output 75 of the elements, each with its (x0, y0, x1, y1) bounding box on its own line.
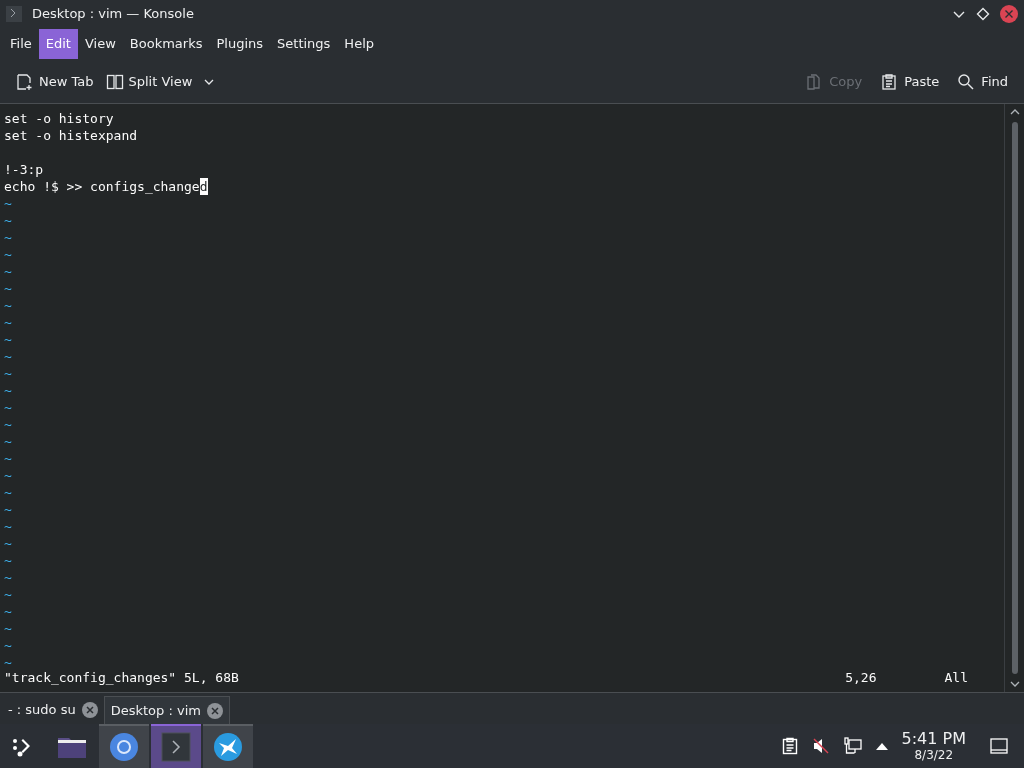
toolbar-button[interactable]: New Tab (10, 65, 100, 98)
tilde-marker: ~ (4, 620, 12, 637)
taskbar-app[interactable] (203, 724, 253, 768)
tilde-marker: ~ (4, 331, 12, 348)
clipboard-icon[interactable] (781, 737, 798, 755)
tilde-marker: ~ (4, 535, 12, 552)
tilde-marker: ~ (4, 501, 12, 518)
folder-icon (57, 735, 87, 759)
tilde-marker: ~ (4, 484, 12, 501)
clock-date: 8/3/22 (914, 749, 954, 761)
tilde-marker: ~ (4, 654, 12, 671)
tilde-marker: ~ (4, 365, 12, 382)
browser-icon (109, 732, 139, 762)
vim-status-message: "track_config_changes" 5L, 68B (4, 669, 239, 686)
window-title: Desktop : vim — Konsole (32, 5, 194, 24)
show-desktop-icon[interactable] (990, 738, 1008, 754)
terminal-line: echo !$ >> configs_change (4, 178, 200, 195)
cursor-position: 5,26 (845, 669, 877, 686)
clock[interactable]: 5:41 PM 8/3/22 (901, 731, 966, 761)
menu-item[interactable]: Settings (270, 29, 338, 59)
tilde-marker: ~ (4, 416, 12, 433)
taskbar-app[interactable] (99, 724, 149, 768)
close-icon[interactable] (206, 702, 223, 719)
network-icon[interactable] (843, 737, 862, 755)
terminal-tab[interactable]: - : sudo su (2, 696, 104, 724)
bird-icon (213, 732, 243, 762)
tilde-marker: ~ (4, 195, 12, 212)
terminal-line: !-3:p (4, 161, 44, 178)
tilde-marker: ~ (4, 586, 12, 603)
toolbar-button[interactable]: Find (951, 65, 1014, 98)
terminal-area[interactable]: set -o history set -o histexpand !-3:p echo !$ >> configs_changed ~ ~ ~ ~ ~ ~ ~ ~ ~ ~ ~ ~ ~ ~ ~ ~ ~ ~ ~ ~ ~ ~ ~ ~ ~ ~ ~ ~ "track_config_changes" 5L, 68B 5,26 All (0, 104, 1004, 692)
new-tab-icon (16, 72, 34, 91)
menu-item[interactable]: Bookmarks (122, 29, 210, 59)
tilde-marker: ~ (4, 467, 12, 484)
expand-tray-icon[interactable] (875, 742, 888, 750)
clipboard-icon (880, 72, 899, 91)
tilde-marker: ~ (4, 280, 12, 297)
menu-item[interactable]: Edit (38, 29, 78, 59)
tilde-marker: ~ (4, 603, 12, 620)
terminal-icon (6, 6, 22, 22)
tilde-marker: ~ (4, 229, 12, 246)
tilde-marker: ~ (4, 450, 12, 467)
clock-time: 5:41 PM (901, 731, 966, 747)
menu-item[interactable]: View (77, 29, 123, 59)
terminal-tab[interactable]: Desktop : vim (103, 696, 230, 724)
tilde-marker: ~ (4, 246, 12, 263)
tilde-marker: ~ (4, 569, 12, 586)
toolbar-button[interactable]: Split View (99, 65, 222, 98)
menu-item[interactable]: File (3, 29, 39, 59)
tilde-marker: ~ (4, 297, 12, 314)
tilde-marker: ~ (4, 518, 12, 535)
tilde-marker: ~ (4, 348, 12, 365)
close-icon[interactable] (81, 702, 98, 718)
tilde-marker: ~ (4, 433, 12, 450)
text-cursor: d (199, 178, 208, 195)
tilde-marker: ~ (4, 314, 12, 331)
muted-speaker-icon[interactable] (811, 737, 830, 755)
tilde-marker: ~ (4, 637, 12, 654)
tilde-marker: ~ (4, 382, 12, 399)
tilde-marker: ~ (4, 552, 12, 569)
menu-item[interactable]: Help (337, 29, 381, 59)
tilde-marker: ~ (4, 399, 12, 416)
maximize-icon[interactable] (976, 7, 990, 21)
scroll-position: All (944, 669, 968, 686)
tilde-marker: ~ (4, 263, 12, 280)
scrollbar-thumb[interactable] (1011, 122, 1018, 674)
terminal-icon (161, 732, 191, 762)
terminal-line: set -o histexpand (4, 127, 138, 144)
tilde-marker: ~ (4, 212, 12, 229)
search-icon (957, 72, 976, 91)
split-view-icon (105, 72, 124, 91)
menu-item[interactable]: Plugins (209, 29, 271, 59)
toolbar-button[interactable]: Paste (874, 65, 946, 98)
close-icon[interactable] (1000, 5, 1018, 23)
terminal-line: set -o history (4, 110, 114, 127)
